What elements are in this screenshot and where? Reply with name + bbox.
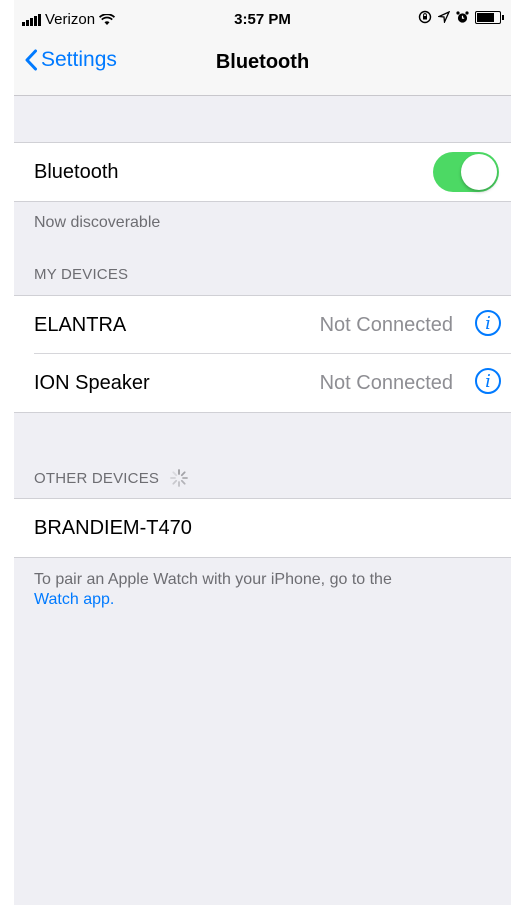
apple-watch-footer: To pair an Apple Watch with your iPhone,… [34, 570, 474, 610]
other-devices-list: BRANDIEM-T470 [14, 498, 511, 558]
other-devices-header-text: OTHER DEVICES [34, 469, 160, 487]
device-name: ION Speaker [34, 371, 150, 394]
device-status: Not Connected [319, 371, 453, 394]
device-row-brandiem-t470[interactable]: BRANDIEM-T470 [14, 499, 511, 557]
bluetooth-toggle-group: Bluetooth [14, 142, 511, 202]
device-status: Not Connected [319, 313, 453, 336]
device-name: ELANTRA [34, 313, 127, 336]
footer-text: To pair an Apple Watch with your iPhone,… [34, 571, 392, 588]
top-bar: Verizon 3:57 PM Settings Bluetooth [14, 0, 511, 96]
discoverable-caption: Now discoverable [34, 214, 161, 231]
battery-icon [475, 10, 504, 24]
my-devices-header: MY DEVICES [34, 266, 128, 283]
alarm-icon [456, 10, 469, 23]
status-bar: Verizon 3:57 PM [14, 10, 511, 32]
rotation-lock-icon [418, 10, 432, 24]
bluetooth-row: Bluetooth [14, 143, 511, 201]
device-row-elantra[interactable]: ELANTRA Not Connected i [14, 296, 511, 354]
toggle-knob [461, 154, 497, 190]
bluetooth-label: Bluetooth [34, 160, 119, 183]
loading-spinner-icon [170, 469, 189, 487]
location-icon [438, 11, 450, 23]
status-icons [418, 10, 504, 24]
my-devices-list: ELANTRA Not Connected i ION Speaker Not … [14, 295, 511, 413]
settings-screen: Verizon 3:57 PM Settings Bluetooth Bluet… [14, 0, 511, 905]
device-name: BRANDIEM-T470 [34, 516, 192, 539]
page-title: Bluetooth [215, 51, 310, 73]
device-row-ion-speaker[interactable]: ION Speaker Not Connected i [14, 354, 511, 412]
my-devices-header-text: MY DEVICES [34, 266, 129, 283]
bluetooth-toggle[interactable] [433, 152, 499, 192]
navigation-bar: Settings Bluetooth [14, 45, 511, 85]
info-icon[interactable]: i [475, 310, 501, 336]
watch-app-link[interactable]: Watch app. [34, 591, 114, 608]
other-devices-header: OTHER DEVICES [34, 468, 189, 488]
info-icon[interactable]: i [475, 368, 501, 394]
